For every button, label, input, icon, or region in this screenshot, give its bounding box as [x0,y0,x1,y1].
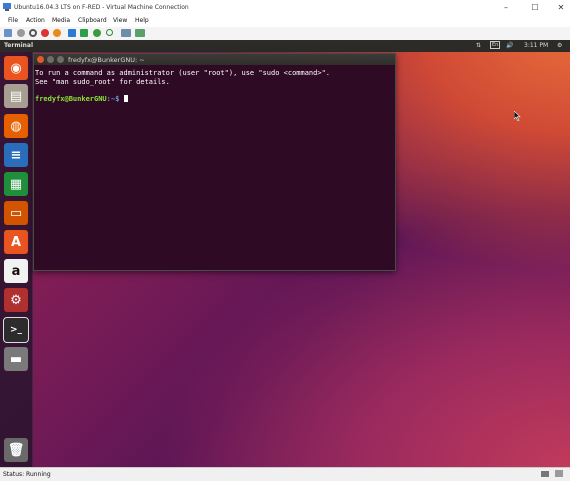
active-app-name: Terminal [4,42,34,49]
ctrl-alt-del-icon[interactable] [4,29,12,37]
writer-icon: ≡ [10,147,22,163]
unity-launcher: ◉ ▤ ◍ ≡ ▦ ▭ A a ⚙ >_ ▬ 🗑 [0,52,33,467]
terminal-icon: >_ [9,325,23,335]
terminal-line: See "man sudo_root" for details. [35,78,170,86]
files-icon: ▤ [9,88,23,104]
keyboard-icon [541,471,549,477]
ubuntu-logo-icon: ◉ [10,60,22,76]
vm-title-bar: Ubuntu16.04.3 LTS on F-RED - Virtual Mac… [0,0,570,15]
play-icon[interactable] [80,29,88,37]
keyboard-layout-indicator[interactable]: En [490,41,501,49]
terminal-line: To run a command as administrator (user … [35,69,331,77]
lock-icon [555,470,563,477]
prompt-user: fredyfx@BunkerGNU [35,95,107,103]
reset-icon[interactable] [93,29,101,37]
revert-icon[interactable] [121,29,131,37]
settings-icon: ⚙ [10,292,22,308]
trash-icon: 🗑 [7,442,25,458]
minimize-icon[interactable] [47,56,54,63]
launcher-impress[interactable]: ▭ [4,201,28,225]
menu-help[interactable]: Help [135,17,149,24]
turn-off-icon[interactable] [29,29,37,37]
ubuntu-top-panel: Terminal ⇅ En 🔊 3:11 PM ⚙ [0,40,570,52]
launcher-trash[interactable]: 🗑 [4,438,28,462]
launcher-dash[interactable]: ◉ [4,56,28,80]
amazon-icon: a [11,263,21,279]
launcher-software[interactable]: A [4,230,28,254]
minimize-button[interactable]: – [493,0,519,15]
network-icon[interactable]: ⇅ [476,42,481,49]
launcher-drive[interactable]: ▬ [4,347,28,371]
vm-toolbar [0,27,570,41]
menu-file[interactable]: File [8,17,18,24]
start-icon[interactable] [17,29,25,37]
maximize-icon[interactable] [57,56,64,63]
launcher-calc[interactable]: ▦ [4,172,28,196]
text-cursor [123,95,128,102]
close-icon[interactable] [37,56,44,63]
vm-status-bar: Status: Running [0,467,570,481]
calc-icon: ▦ [9,176,23,192]
mouse-pointer-icon [514,111,521,121]
gear-icon[interactable]: ⚙ [557,42,562,49]
launcher-files[interactable]: ▤ [4,84,28,108]
menu-view[interactable]: View [113,17,127,24]
pause-icon[interactable] [68,29,76,37]
prompt-path: :~$ [106,95,120,103]
terminal-titlebar[interactable]: fredyfx@BunkerGNU: ~ [34,54,395,65]
software-center-icon: A [10,234,22,250]
menu-bar: File Action Media Clipboard View Help [0,15,570,27]
launcher-terminal[interactable]: >_ [3,317,29,343]
terminal-window[interactable]: fredyfx@BunkerGNU: ~ To run a command as… [33,53,396,271]
drive-icon: ▬ [9,351,23,367]
terminal-title: fredyfx@BunkerGNU: ~ [68,56,145,64]
window-title: Ubuntu16.04.3 LTS on F-RED - Virtual Mac… [14,4,189,11]
launcher-settings[interactable]: ⚙ [4,288,28,312]
impress-icon: ▭ [9,205,23,221]
menu-media[interactable]: Media [52,17,70,24]
firefox-icon: ◍ [10,118,22,134]
enhanced-session-icon[interactable] [135,29,145,37]
close-button[interactable]: ✕ [548,0,570,15]
power-icon[interactable] [53,29,61,37]
launcher-amazon[interactable]: a [4,259,28,283]
launcher-writer[interactable]: ≡ [4,143,28,167]
clock[interactable]: 3:11 PM [524,42,548,49]
volume-icon[interactable]: 🔊 [506,42,513,49]
checkpoint-icon[interactable] [106,29,113,36]
vm-status: Status: Running [3,471,51,478]
vm-connection-icon [3,3,11,11]
terminal-prompt: fredyfx@BunkerGNU:~$ [35,95,128,103]
menu-action[interactable]: Action [26,17,45,24]
menu-clipboard[interactable]: Clipboard [78,17,107,24]
terminal-output[interactable]: To run a command as administrator (user … [34,65,395,270]
maximize-button[interactable]: ☐ [522,0,548,15]
guest-desktop: Terminal ⇅ En 🔊 3:11 PM ⚙ ◉ ▤ ◍ ≡ ▦ ▭ A … [0,40,570,467]
shutdown-icon[interactable] [41,29,49,37]
launcher-firefox[interactable]: ◍ [4,114,28,138]
